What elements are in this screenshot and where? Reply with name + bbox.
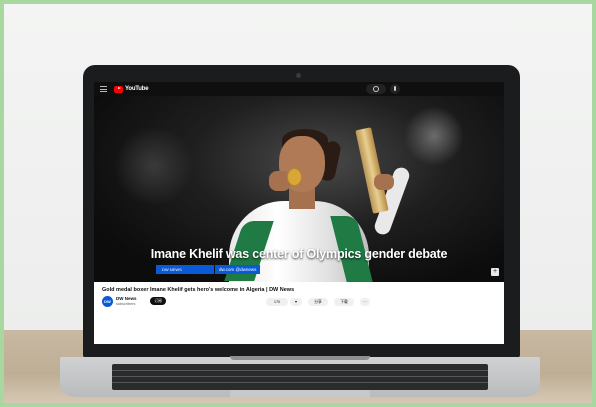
keyboard [112, 364, 488, 390]
more-icon[interactable]: ··· [360, 298, 370, 306]
youtube-play-icon [114, 85, 123, 93]
search-icon[interactable] [366, 84, 386, 94]
video-player[interactable]: Imane Khelif was center of Olympics gend… [94, 96, 504, 282]
like-button[interactable]: 170 [266, 298, 288, 306]
gold-medal [287, 168, 302, 186]
download-button[interactable]: 下载 [334, 298, 354, 306]
video-headline: Imane Khelif was center of Olympics gend… [150, 247, 448, 261]
thumbs-down-icon[interactable]: ▾ [290, 298, 302, 306]
subscribe-button[interactable]: 订阅 [150, 297, 166, 305]
microphone-icon[interactable] [390, 84, 400, 94]
laptop-screen: YouTube Imane Khelif was center of Olymp… [94, 82, 504, 344]
fullscreen-icon[interactable]: + [491, 268, 499, 276]
video-title: Gold medal boxer Imane Khelif gets hero'… [102, 287, 295, 293]
share-button[interactable]: 分享 [308, 298, 328, 306]
trophy [355, 127, 389, 214]
lower-third-brand: DW NEWS [156, 265, 214, 274]
youtube-logo[interactable]: YouTube [114, 85, 149, 93]
laptop-hinge [230, 356, 370, 360]
subscriber-count: subscribers [116, 302, 136, 306]
youtube-top-bar: YouTube [94, 82, 504, 96]
channel-name[interactable]: DW News [116, 296, 137, 301]
menu-icon[interactable] [100, 86, 107, 92]
channel-avatar[interactable]: DW [102, 296, 113, 307]
trackpad [230, 390, 370, 398]
like-count: 170 [273, 300, 281, 304]
webcam-icon [296, 73, 301, 78]
lower-third-handle: dw.com @dwnews [215, 265, 261, 274]
youtube-logo-text: YouTube [125, 86, 149, 92]
video-info: Gold medal boxer Imane Khelif gets hero'… [94, 282, 504, 344]
news-lower-third: DW NEWS dw.com @dwnews [156, 265, 261, 274]
